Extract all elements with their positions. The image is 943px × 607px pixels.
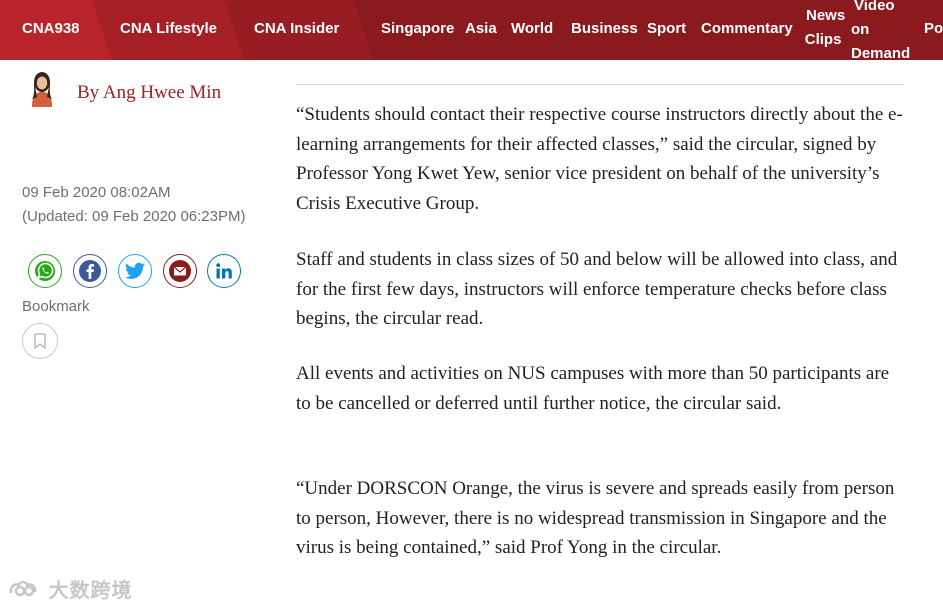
nav-link-business[interactable]: Business: [571, 20, 638, 38]
article-paragraph: “Under DORSCON Orange, the virus is seve…: [296, 478, 895, 558]
twitter-icon: [125, 262, 145, 279]
nav-link-world[interactable]: World: [511, 20, 553, 38]
facebook-icon: [79, 260, 101, 282]
share-twitter-button[interactable]: [118, 254, 152, 288]
nav-link-singapore[interactable]: Singapore: [381, 20, 454, 38]
whatsapp-icon: [35, 261, 55, 281]
nav-link-vod-line1: Video: [854, 0, 895, 14]
nav-tab-cna-lifestyle[interactable]: CNA Lifestyle: [120, 20, 217, 38]
bookmark-button[interactable]: [22, 323, 58, 359]
nav-link-vod-line2: on: [851, 21, 870, 38]
share-linkedin-button[interactable]: [207, 254, 241, 288]
bookmark-label: Bookmark: [22, 298, 90, 315]
share-email-button[interactable]: [163, 254, 197, 288]
author-byline[interactable]: By Ang Hwee Min: [77, 82, 221, 104]
article-divider: [296, 84, 904, 85]
share-whatsapp-button[interactable]: [28, 254, 62, 288]
nav-tab-cna938[interactable]: CNA938: [22, 20, 80, 38]
updated-date: (Updated: 09 Feb 2020 06:23PM): [22, 208, 246, 225]
share-facebook-button[interactable]: [73, 254, 107, 288]
nav-link-commentary[interactable]: Commentary: [701, 20, 793, 38]
article-paragraph: Staff and students in class sizes of 50 …: [296, 249, 898, 329]
bookmark-icon: [34, 333, 46, 349]
top-navigation: CNA938 CNA Lifestyle CNA Insider Singapo…: [0, 0, 943, 60]
author-photo-icon: [24, 67, 60, 107]
watermark-text: 大数跨境: [48, 580, 133, 602]
nav-link-news-clips-line1: News: [806, 7, 846, 24]
nav-link-video-on-demand[interactable]: Video on Demand: [851, 0, 910, 60]
article-paragraph: All events and activities on NUS campuse…: [296, 363, 890, 414]
linkedin-icon: [216, 263, 232, 279]
watermark: 大数跨境: [8, 574, 133, 603]
email-icon: [169, 260, 191, 282]
watermark-logo-icon: [9, 580, 37, 597]
article-paragraph: “Students should contact their respectiv…: [296, 104, 903, 214]
nav-link-news-clips[interactable]: News Clips: [801, 4, 845, 52]
publish-date: 09 Feb 2020 08:02AM: [22, 184, 171, 201]
nav-tab-cna-insider[interactable]: CNA Insider: [254, 20, 339, 38]
nav-link-sport[interactable]: Sport: [647, 20, 686, 38]
nav-link-news-clips-line2: Clips: [804, 31, 842, 48]
nav-link-overflow[interactable]: Po: [924, 20, 943, 38]
nav-link-asia[interactable]: Asia: [465, 20, 497, 38]
nav-link-vod-line3: Demand: [851, 45, 911, 60]
